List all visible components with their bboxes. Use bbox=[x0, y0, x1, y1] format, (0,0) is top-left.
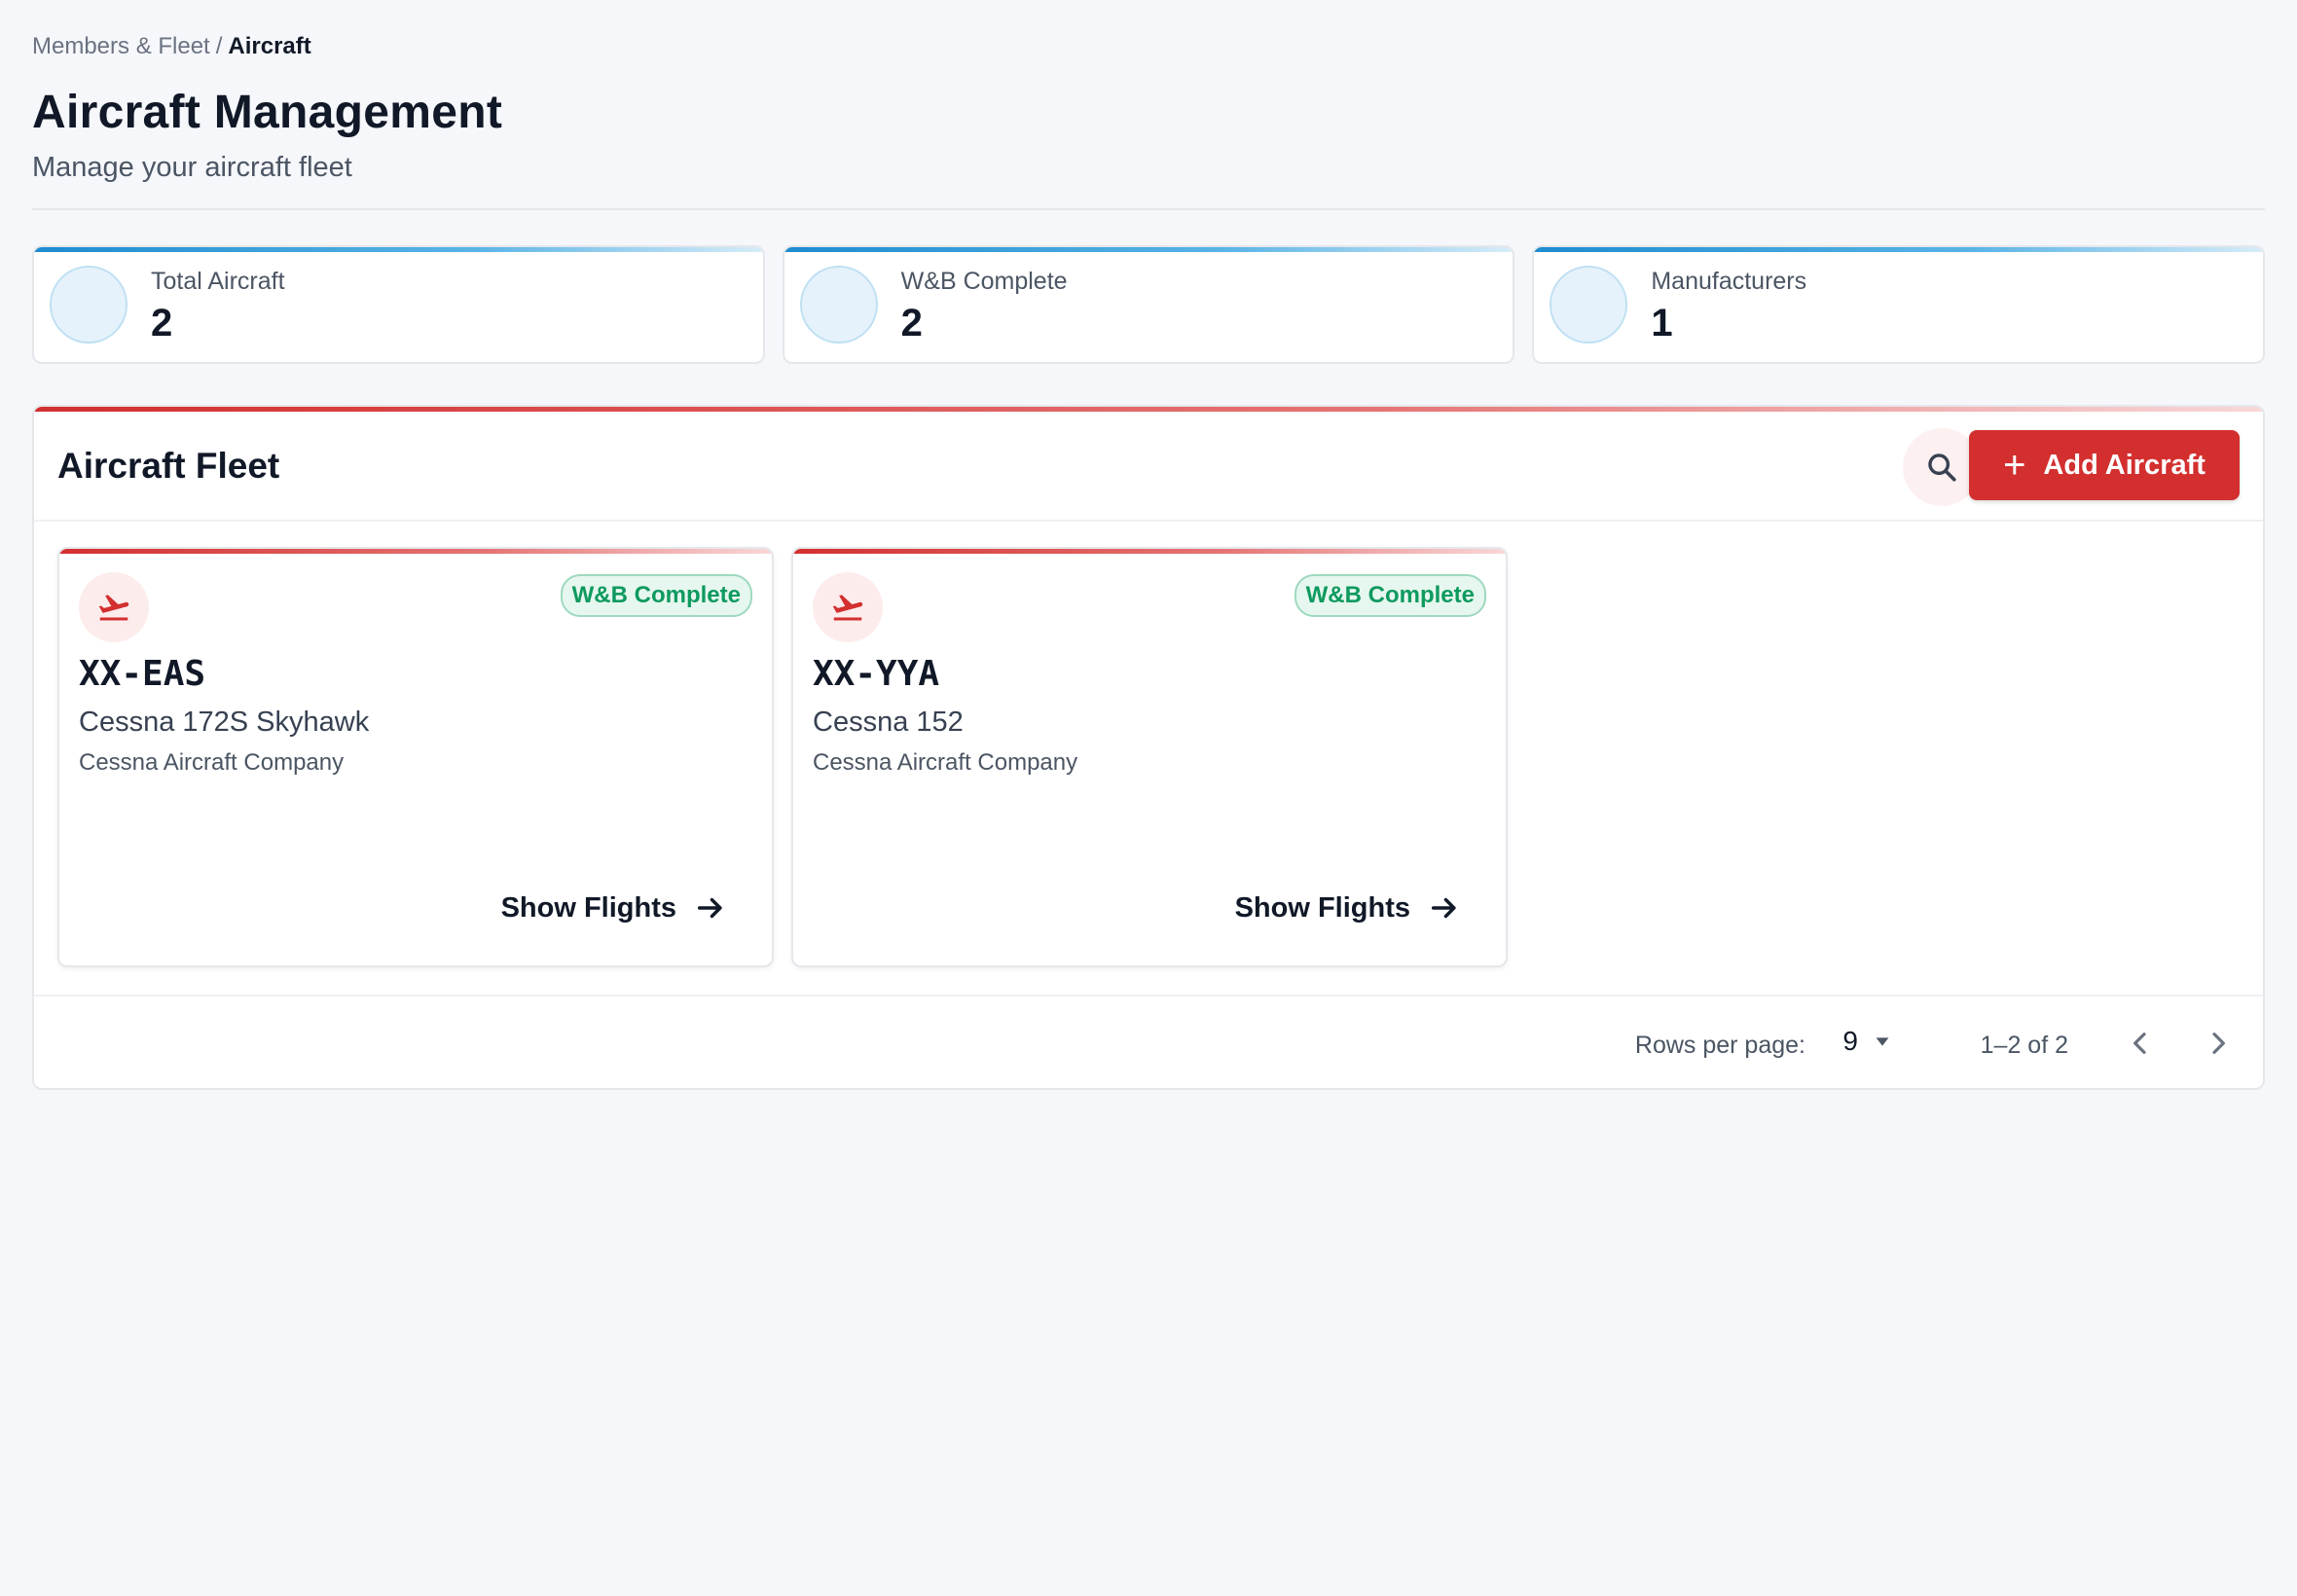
caret-down-icon bbox=[1876, 1037, 1889, 1046]
breadcrumb: Members & Fleet / Aircraft bbox=[32, 33, 311, 60]
fleet-title: Aircraft Fleet bbox=[57, 446, 280, 486]
page-title: Aircraft Management bbox=[32, 87, 503, 138]
stats-row: Total Aircraft 2 W&B Complete 2 Manufact… bbox=[32, 245, 2266, 364]
aircraft-page: Members & Fleet / Aircraft Aircraft Mana… bbox=[0, 0, 2297, 1596]
stat-label: Total Aircraft bbox=[151, 268, 285, 295]
chevron-right-icon bbox=[2212, 1033, 2225, 1054]
page-subtitle: Manage your aircraft fleet bbox=[32, 152, 352, 183]
stat-icon bbox=[799, 266, 878, 344]
wb-complete-badge: W&B Complete bbox=[1294, 574, 1486, 617]
arrow-right-icon bbox=[697, 897, 722, 919]
next-page-button[interactable] bbox=[2199, 1024, 2238, 1063]
stat-card-wb-complete: W&B Complete 2 bbox=[782, 245, 1515, 364]
stat-value: 2 bbox=[900, 302, 923, 345]
stat-label: W&B Complete bbox=[900, 268, 1068, 295]
stat-icon bbox=[50, 266, 128, 344]
pagination-bar: Rows per page: 9 1–2 of 2 bbox=[34, 995, 2263, 1088]
aircraft-card[interactable]: W&B Complete XX-YYA Cessna 152 Cessna Ai… bbox=[791, 547, 1508, 967]
pagination-range: 1–2 of 2 bbox=[1980, 1032, 2068, 1059]
previous-page-button[interactable] bbox=[2121, 1024, 2160, 1063]
fleet-header: Aircraft Fleet + Add Aircraft bbox=[34, 407, 2263, 522]
aircraft-fleet-panel: Aircraft Fleet + Add Aircraft W&B Comple… bbox=[32, 405, 2265, 1090]
stat-card-total-aircraft: Total Aircraft 2 bbox=[32, 245, 765, 364]
aircraft-manufacturer: Cessna Aircraft Company bbox=[813, 749, 1078, 776]
stat-card-manufacturers: Manufacturers 1 bbox=[1532, 245, 2266, 364]
add-aircraft-button[interactable]: + Add Aircraft bbox=[1969, 430, 2240, 500]
aircraft-model: Cessna 152 bbox=[813, 707, 964, 738]
stat-icon bbox=[1550, 266, 1628, 344]
show-flights-button[interactable]: Show Flights bbox=[1235, 891, 1461, 925]
flight-takeoff-icon bbox=[79, 572, 149, 642]
stat-label: Manufacturers bbox=[1651, 268, 1807, 295]
breadcrumb-current: Aircraft bbox=[228, 33, 311, 59]
breadcrumb-parent[interactable]: Members & Fleet bbox=[32, 33, 210, 60]
arrow-right-icon bbox=[1431, 897, 1456, 919]
show-flights-label: Show Flights bbox=[500, 891, 676, 924]
rows-per-page-value: 9 bbox=[1842, 1026, 1858, 1056]
stat-value: 1 bbox=[1651, 302, 1673, 345]
add-aircraft-label: Add Aircraft bbox=[2043, 449, 2206, 481]
rows-per-page-label: Rows per page: bbox=[1634, 1032, 1805, 1059]
breadcrumb-separator: / bbox=[215, 33, 223, 59]
search-icon bbox=[1928, 453, 1956, 482]
header-divider bbox=[32, 208, 2265, 210]
aircraft-registration: XX-EAS bbox=[79, 654, 206, 694]
flight-takeoff-icon bbox=[813, 572, 883, 642]
show-flights-button[interactable]: Show Flights bbox=[501, 891, 727, 925]
show-flights-label: Show Flights bbox=[1234, 891, 1410, 924]
aircraft-model: Cessna 172S Skyhawk bbox=[79, 707, 370, 738]
aircraft-registration: XX-YYA bbox=[813, 654, 940, 694]
aircraft-card[interactable]: W&B Complete XX-EAS Cessna 172S Skyhawk … bbox=[57, 547, 774, 967]
rows-per-page-select[interactable]: 9 bbox=[1842, 1026, 1893, 1057]
chevron-left-icon bbox=[2133, 1033, 2146, 1054]
wb-complete-badge: W&B Complete bbox=[560, 574, 752, 617]
aircraft-card-grid: W&B Complete XX-EAS Cessna 172S Skyhawk … bbox=[57, 547, 1508, 967]
aircraft-manufacturer: Cessna Aircraft Company bbox=[79, 749, 345, 776]
plus-icon: + bbox=[2003, 444, 2026, 487]
stat-value: 2 bbox=[151, 302, 173, 345]
